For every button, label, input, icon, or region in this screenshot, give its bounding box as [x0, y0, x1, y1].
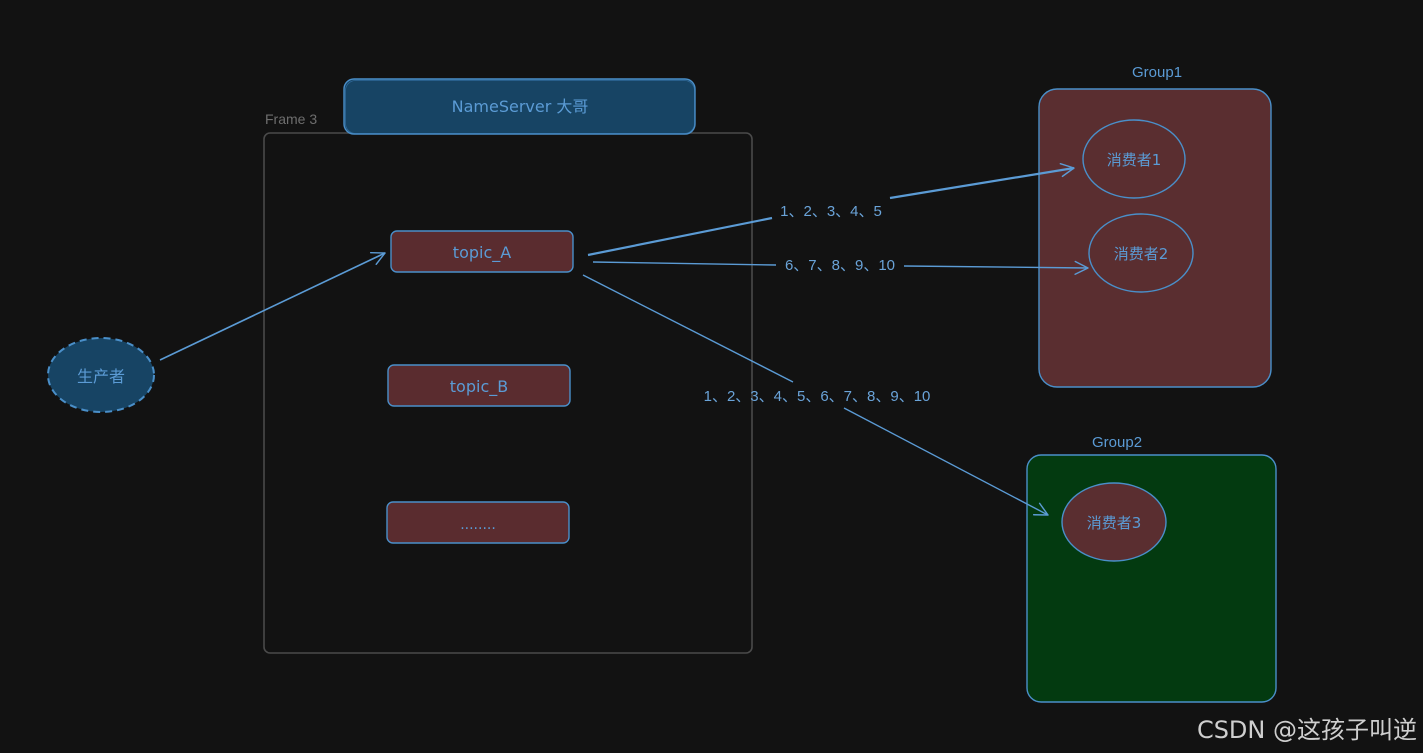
topic-b-label: topic_B: [450, 377, 508, 397]
group1-label: Group1: [1132, 64, 1182, 81]
topic-b-node[interactable]: topic_B: [387, 364, 571, 407]
diagram-svg: Frame 3 NameServer 大哥 生产者 topic_A topic_…: [47, 64, 1277, 703]
consumer2-label: 消费者2: [1114, 245, 1169, 263]
topic-more-label: ........: [460, 517, 496, 533]
topic-more-node[interactable]: ........: [386, 501, 570, 544]
nameserver-label: NameServer 大哥: [452, 97, 589, 116]
group2-box[interactable]: [1026, 454, 1277, 703]
consumer1-label: 消费者1: [1107, 151, 1162, 169]
topic-a-node[interactable]: topic_A: [390, 230, 574, 273]
arrow-label-consumer1: 1、2、3、4、5: [780, 203, 882, 220]
topic-a-label: topic_A: [453, 243, 511, 263]
arrow-label-consumer2: 6、7、8、9、10: [785, 257, 895, 274]
diagram-canvas: Frame 3 NameServer 大哥 生产者 topic_A topic_…: [0, 0, 1423, 753]
nameserver-node[interactable]: NameServer 大哥: [343, 78, 696, 135]
arrow-label-consumer3: 1、2、3、4、5、6、7、8、9、10: [704, 388, 931, 405]
consumer1-node[interactable]: 消费者1: [1082, 119, 1186, 199]
frame-label: Frame 3: [265, 111, 317, 127]
consumer3-node[interactable]: 消费者3: [1061, 482, 1167, 562]
watermark: CSDN @这孩子叫逆: [1196, 716, 1417, 744]
consumer2-node[interactable]: 消费者2: [1088, 213, 1194, 293]
producer-label: 生产者: [77, 367, 125, 386]
arrow-producer-to-topic-a[interactable]: [159, 251, 386, 361]
producer-node[interactable]: 生产者: [47, 337, 155, 413]
consumer3-label: 消费者3: [1087, 514, 1142, 532]
group2-label: Group2: [1092, 434, 1142, 451]
